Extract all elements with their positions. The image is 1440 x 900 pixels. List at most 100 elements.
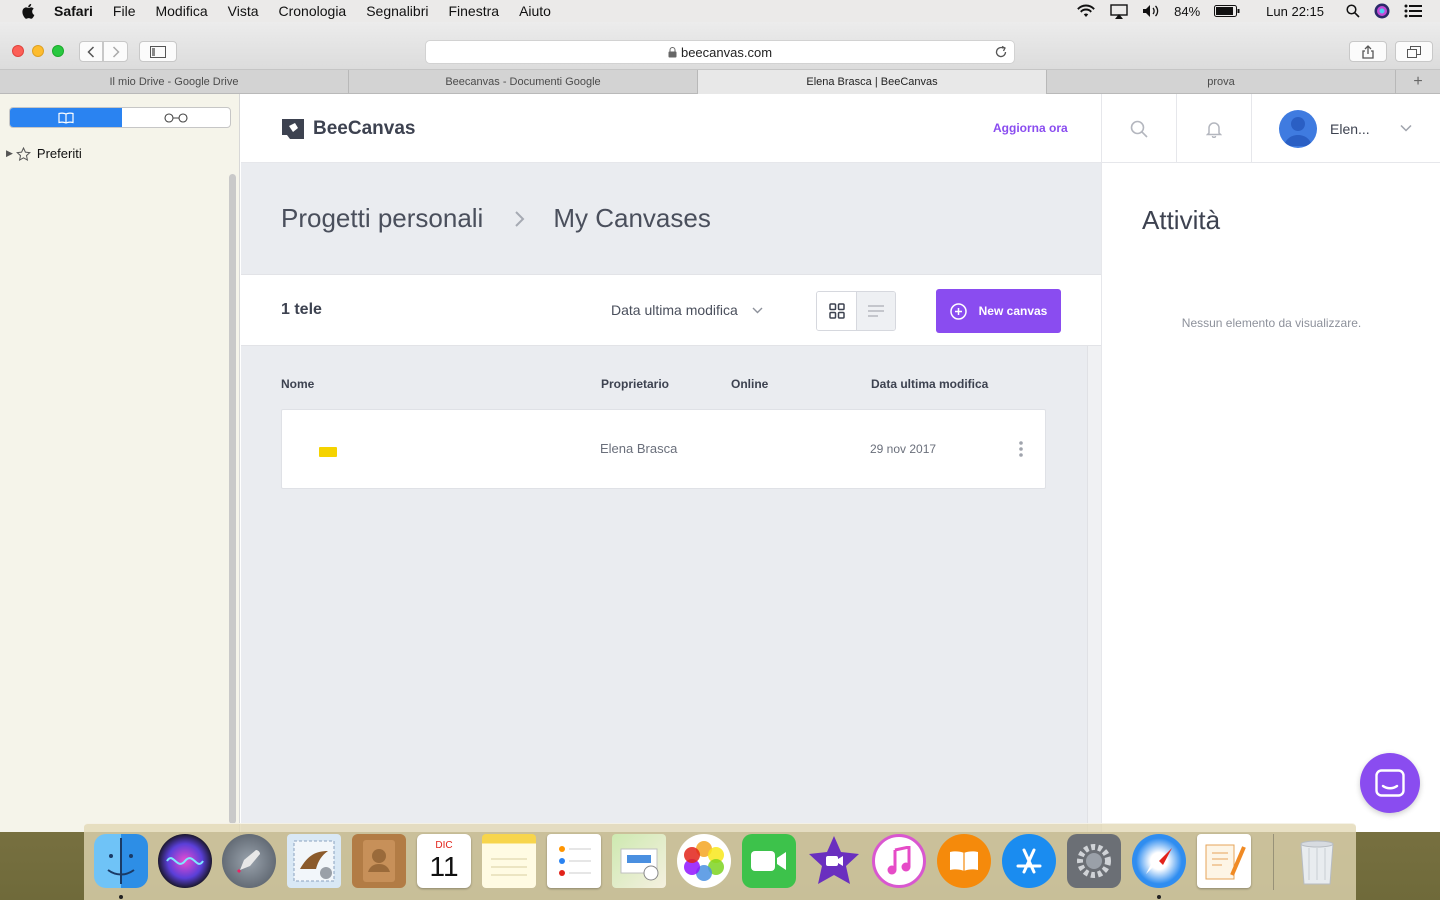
sidebar-scrollbar[interactable]: [229, 174, 236, 824]
new-tab-button[interactable]: +: [1396, 70, 1440, 93]
close-window-button[interactable]: [12, 45, 24, 57]
sidebar-item-favorites[interactable]: ▶ Preferiti: [6, 146, 82, 161]
user-avatar-icon: [1284, 116, 1312, 146]
clock[interactable]: Lun 22:15: [1266, 4, 1324, 19]
column-header-online[interactable]: Online: [731, 377, 768, 391]
bookmarks-tab[interactable]: [10, 108, 122, 127]
star-icon: [15, 146, 31, 161]
table-header: Nome Proprietario Online Data ultima mod…: [281, 377, 1046, 393]
dock-notes[interactable]: [482, 834, 536, 888]
menu-bookmarks[interactable]: Segnalibri: [366, 3, 428, 19]
user-menu[interactable]: Elen...: [1251, 94, 1440, 163]
dock-launchpad[interactable]: [222, 834, 276, 888]
battery-icon[interactable]: [1214, 5, 1240, 17]
column-header-modified[interactable]: Data ultima modifica: [871, 377, 988, 391]
dock-ibooks[interactable]: [937, 834, 991, 888]
dock-siri[interactable]: [158, 834, 212, 888]
notification-center-icon[interactable]: [1404, 4, 1422, 18]
plus-circle-icon: [949, 302, 967, 320]
sort-dropdown[interactable]: Data ultima modifica: [611, 302, 763, 318]
battery-percent: 84%: [1174, 3, 1201, 19]
facetime-icon: [751, 851, 786, 871]
dock-system-preferences[interactable]: [1067, 834, 1121, 888]
chevron-down-icon[interactable]: [1400, 124, 1412, 132]
forward-button[interactable]: [103, 41, 128, 62]
dock-trash[interactable]: [1290, 834, 1344, 888]
dock-pages[interactable]: [1197, 834, 1251, 888]
dock-calendar[interactable]: DIC 11: [417, 834, 471, 888]
dock-contacts[interactable]: [352, 834, 406, 888]
fullscreen-window-button[interactable]: [52, 45, 64, 57]
breadcrumb-my-canvases: My Canvases: [553, 203, 711, 233]
music-note-icon: [887, 846, 911, 875]
table-row[interactable]: Elena Brasca 29 nov 2017: [281, 409, 1046, 489]
dock-photos[interactable]: [677, 834, 731, 888]
mail-eagle-icon: [293, 840, 335, 882]
chat-launcher-button[interactable]: [1360, 753, 1420, 813]
volume-icon[interactable]: [1142, 4, 1160, 18]
dock-finder[interactable]: [94, 834, 148, 888]
new-canvas-button[interactable]: New canvas: [936, 289, 1061, 333]
sidebar-toggle-button[interactable]: [139, 41, 177, 62]
address-bar[interactable]: beecanvas.com: [425, 40, 1015, 64]
header-search-button[interactable]: [1101, 94, 1176, 163]
menu-edit[interactable]: Modifica: [155, 3, 207, 19]
menu-window[interactable]: Finestra: [448, 3, 499, 19]
beecanvas-logo[interactable]: BeeCanvas: [281, 117, 415, 141]
main-scrollbar[interactable]: [1087, 346, 1101, 832]
menu-history[interactable]: Cronologia: [279, 3, 347, 19]
tab-google-drive[interactable]: Il mio Drive - Google Drive: [0, 70, 349, 94]
dock-mail[interactable]: [287, 834, 341, 888]
siri-icon[interactable]: [1374, 3, 1390, 19]
dock-maps[interactable]: [612, 834, 666, 888]
dock-facetime[interactable]: [742, 834, 796, 888]
dock-imovie[interactable]: [807, 834, 861, 888]
more-options-icon[interactable]: [1018, 440, 1024, 458]
beecanvas-logo-icon: [282, 119, 304, 139]
apple-menu-icon[interactable]: [20, 3, 38, 19]
list-icon: [868, 305, 884, 317]
menu-file[interactable]: File: [113, 3, 136, 19]
tab-prova[interactable]: prova: [1047, 70, 1396, 94]
dock-app-store[interactable]: [1002, 834, 1056, 888]
siri-icon: [166, 857, 204, 865]
menu-help[interactable]: Aiuto: [519, 3, 551, 19]
reload-icon[interactable]: [994, 45, 1008, 59]
maps-icon: [620, 848, 659, 881]
disclosure-triangle-icon[interactable]: ▶: [6, 148, 13, 159]
pages-icon: [1205, 844, 1246, 880]
reading-list-tab[interactable]: [122, 108, 230, 127]
grid-view-button[interactable]: [817, 292, 857, 330]
safari-window: beecanvas.com Il mio Drive - Google Driv…: [0, 22, 1440, 832]
menu-view[interactable]: Vista: [228, 3, 259, 19]
lock-icon: [668, 46, 677, 57]
tab-google-docs[interactable]: Beecanvas - Documenti Google: [349, 70, 698, 94]
dock-safari[interactable]: [1132, 834, 1186, 888]
list-view-button[interactable]: [857, 292, 895, 330]
back-button[interactable]: [79, 41, 103, 62]
contacts-icon: [363, 840, 395, 882]
wifi-icon[interactable]: [1076, 4, 1096, 18]
avatar: [1279, 109, 1317, 148]
dock-reminders[interactable]: [547, 834, 601, 888]
breadcrumb-personal-projects[interactable]: Progetti personali: [281, 203, 483, 234]
sidebar-item-label: Preferiti: [36, 146, 82, 161]
upgrade-link[interactable]: Aggiorna ora: [993, 121, 1068, 135]
minimize-window-button[interactable]: [32, 45, 44, 57]
app-header: BeeCanvas Aggiorna ora Elen...: [241, 94, 1440, 163]
glasses-icon: [164, 112, 188, 123]
tab-beecanvas[interactable]: Elena Brasca | BeeCanvas: [698, 70, 1047, 94]
canvas-count: 1 tele: [281, 301, 322, 318]
share-button[interactable]: [1349, 41, 1387, 62]
column-header-name[interactable]: Nome: [281, 377, 314, 391]
menu-app-name[interactable]: Safari: [54, 3, 93, 19]
dock-itunes[interactable]: [872, 834, 926, 888]
tab-overview-button[interactable]: [1395, 41, 1433, 62]
spotlight-search-icon[interactable]: [1346, 4, 1360, 18]
book-icon: [950, 851, 978, 871]
header-notifications-button[interactable]: [1176, 94, 1251, 163]
chat-icon: [1375, 769, 1405, 797]
column-header-owner[interactable]: Proprietario: [601, 377, 669, 391]
dock-separator: [1273, 834, 1274, 890]
airplay-icon[interactable]: [1110, 3, 1128, 19]
